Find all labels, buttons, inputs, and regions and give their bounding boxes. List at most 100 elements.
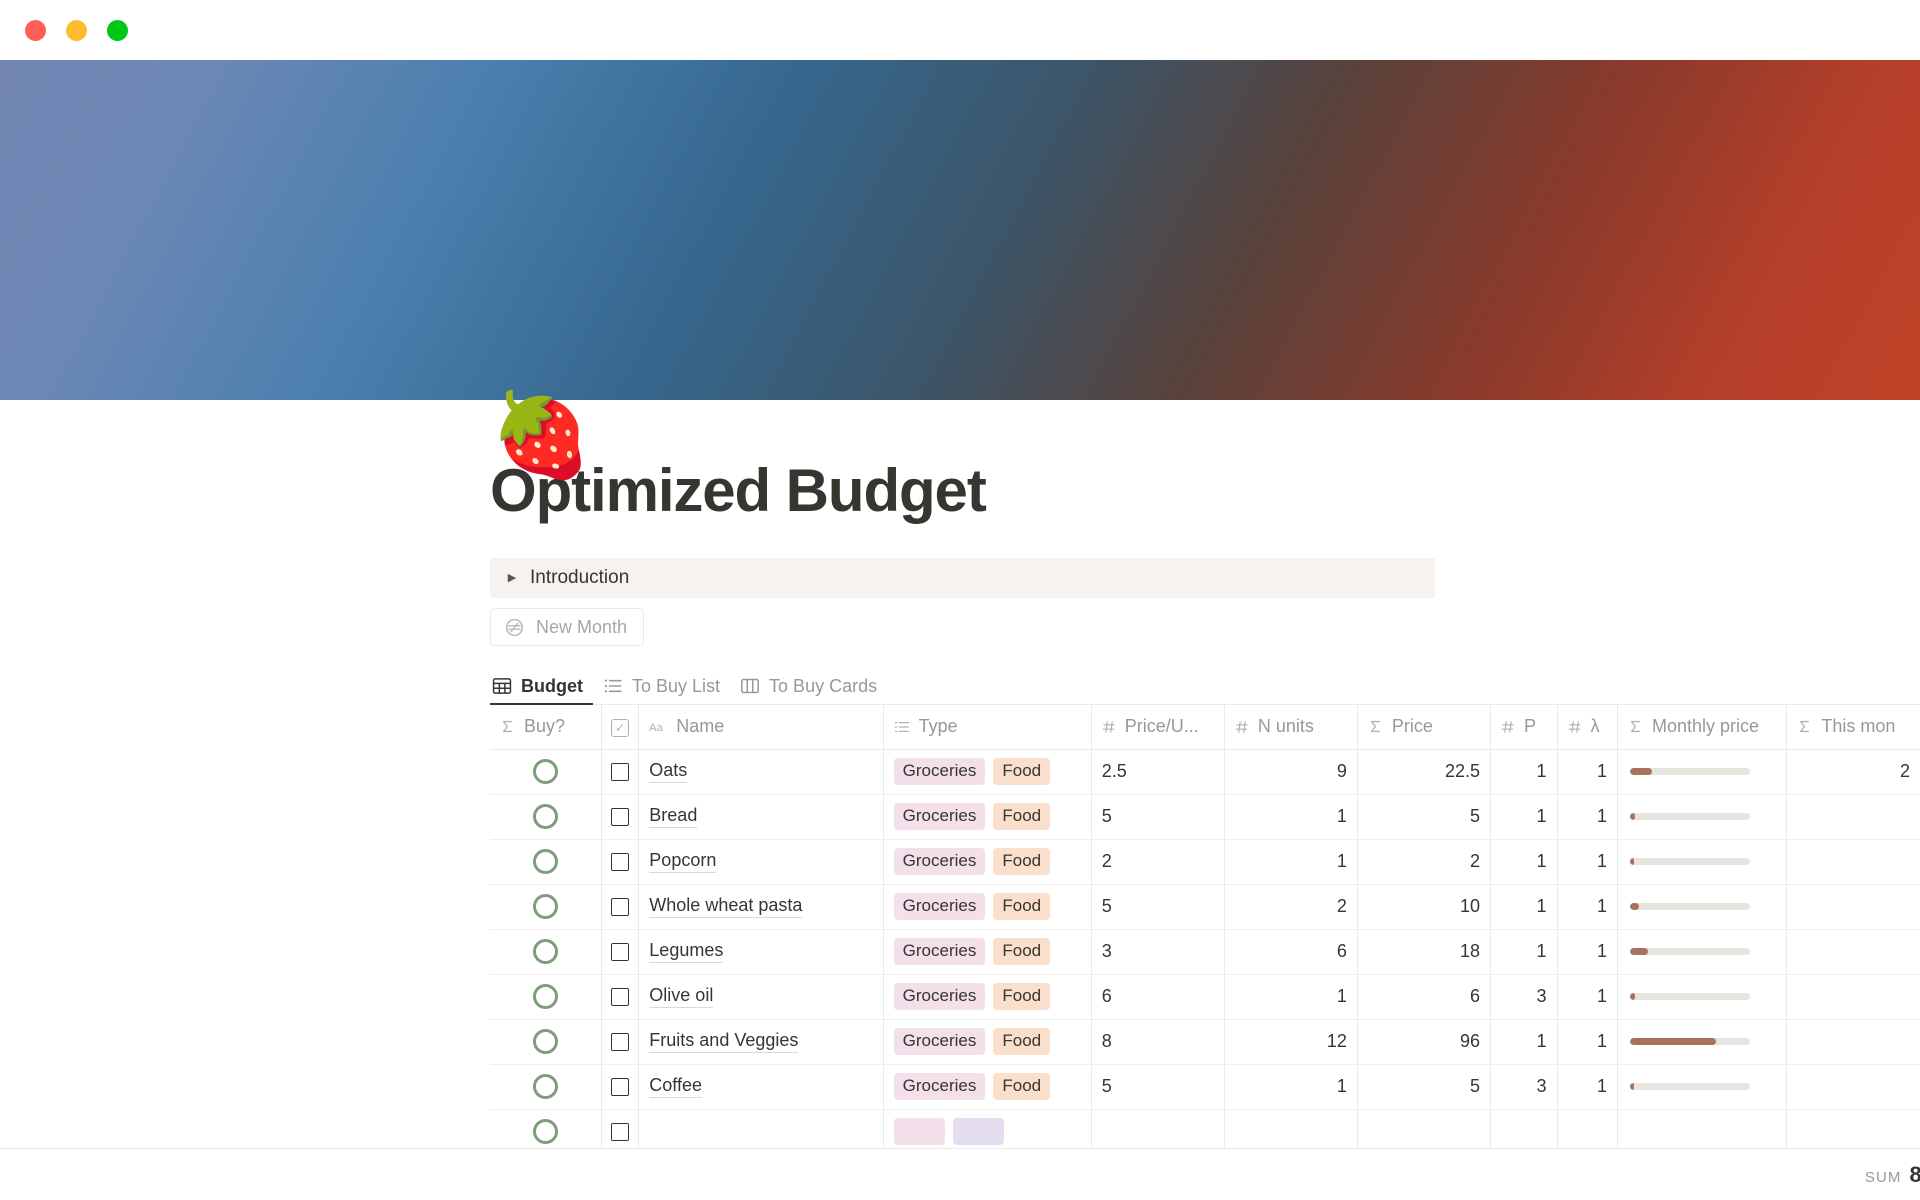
cell-name[interactable]: Bread <box>639 794 883 839</box>
table-row[interactable]: LegumesGroceriesFood361811 <box>490 929 1920 974</box>
row-checkbox[interactable] <box>611 943 629 961</box>
cell-buy[interactable] <box>490 1064 601 1109</box>
cell-p[interactable]: 1 <box>1490 1019 1557 1064</box>
page-icon[interactable]: 🍓 <box>490 390 582 482</box>
cell-n-units[interactable]: 1 <box>1224 794 1357 839</box>
cell-name[interactable]: Fruits and Veggies <box>639 1019 883 1064</box>
row-name-link[interactable]: Olive oil <box>649 985 713 1008</box>
cell-buy[interactable] <box>490 794 601 839</box>
cell-checkbox[interactable] <box>601 839 639 884</box>
cell-checkbox[interactable] <box>601 794 639 839</box>
column-header-monthly-price[interactable]: Monthly price <box>1618 705 1787 749</box>
cell-type[interactable]: GroceriesFood <box>883 749 1091 794</box>
cell-buy[interactable] <box>490 1019 601 1064</box>
cell-price[interactable]: 22.5 <box>1357 749 1490 794</box>
cell-this-month[interactable] <box>1787 1064 1920 1109</box>
cell-n-units[interactable]: 1 <box>1224 1064 1357 1109</box>
cell-p[interactable]: 3 <box>1490 1064 1557 1109</box>
maximize-window-button[interactable] <box>107 20 128 41</box>
cell-price[interactable]: 5 <box>1357 794 1490 839</box>
cell-name[interactable]: Olive oil <box>639 974 883 1019</box>
cell-monthly-price[interactable] <box>1618 1064 1787 1109</box>
cell-price-per-unit[interactable]: 2 <box>1091 839 1224 884</box>
table-row[interactable]: OatsGroceriesFood2.5922.5112 <box>490 749 1920 794</box>
cell-type[interactable]: GroceriesFood <box>883 884 1091 929</box>
cell-monthly-price[interactable] <box>1618 749 1787 794</box>
cell-monthly-price[interactable] <box>1618 884 1787 929</box>
cell-n-units[interactable]: 2 <box>1224 884 1357 929</box>
cell-buy[interactable] <box>490 929 601 974</box>
cell-lambda[interactable]: 1 <box>1557 794 1617 839</box>
close-window-button[interactable] <box>25 20 46 41</box>
cell-lambda[interactable]: 1 <box>1557 884 1617 929</box>
cell-price-per-unit[interactable]: 5 <box>1091 884 1224 929</box>
cell-price-per-unit[interactable]: 2.5 <box>1091 749 1224 794</box>
column-header-lambda[interactable]: λ <box>1557 705 1617 749</box>
column-header-price-per-unit[interactable]: Price/U... <box>1091 705 1224 749</box>
cell-monthly-price[interactable] <box>1618 794 1787 839</box>
cell-monthly-price[interactable] <box>1618 1019 1787 1064</box>
cell-type[interactable]: GroceriesFood <box>883 974 1091 1019</box>
table-row[interactable]: BreadGroceriesFood51511 <box>490 794 1920 839</box>
cell-lambda[interactable]: 1 <box>1557 929 1617 974</box>
column-header-buy[interactable]: Buy? <box>490 705 601 749</box>
sum-aggregation[interactable]: SUM 84 <box>1865 1162 1920 1188</box>
cell-lambda[interactable]: 1 <box>1557 974 1617 1019</box>
cell-checkbox[interactable] <box>601 974 639 1019</box>
cell-name[interactable]: Oats <box>639 749 883 794</box>
cell-p[interactable]: 1 <box>1490 929 1557 974</box>
cell-type[interactable]: GroceriesFood <box>883 794 1091 839</box>
cell-this-month[interactable] <box>1787 839 1920 884</box>
column-header-n-units[interactable]: N units <box>1224 705 1357 749</box>
cell-name[interactable]: Whole wheat pasta <box>639 884 883 929</box>
row-checkbox[interactable] <box>611 853 629 871</box>
row-checkbox[interactable] <box>611 1078 629 1096</box>
cell-lambda[interactable]: 1 <box>1557 1019 1617 1064</box>
cell-buy[interactable] <box>490 974 601 1019</box>
cell-this-month[interactable] <box>1787 1019 1920 1064</box>
cell-p[interactable]: 1 <box>1490 884 1557 929</box>
table-row[interactable]: Fruits and VeggiesGroceriesFood8129611 <box>490 1019 1920 1064</box>
cell-p[interactable]: 3 <box>1490 974 1557 1019</box>
cell-p[interactable]: 1 <box>1490 749 1557 794</box>
row-checkbox[interactable] <box>611 898 629 916</box>
column-header-p[interactable]: P <box>1490 705 1557 749</box>
cell-checkbox[interactable] <box>601 929 639 974</box>
cell-checkbox[interactable] <box>601 749 639 794</box>
introduction-toggle-block[interactable]: ▶ Introduction <box>490 558 1435 598</box>
cell-p[interactable]: 1 <box>1490 794 1557 839</box>
tab-budget[interactable]: Budget <box>490 668 593 704</box>
cell-price-per-unit[interactable]: 5 <box>1091 1064 1224 1109</box>
cell-monthly-price[interactable] <box>1618 974 1787 1019</box>
cell-monthly-price[interactable] <box>1618 929 1787 974</box>
table-row[interactable]: PopcornGroceriesFood21211 <box>490 839 1920 884</box>
cell-n-units[interactable]: 9 <box>1224 749 1357 794</box>
cell-type[interactable]: GroceriesFood <box>883 1019 1091 1064</box>
cell-price[interactable]: 96 <box>1357 1019 1490 1064</box>
cell-this-month[interactable] <box>1787 929 1920 974</box>
cell-name[interactable]: Popcorn <box>639 839 883 884</box>
row-name-link[interactable]: Fruits and Veggies <box>649 1030 798 1053</box>
cell-this-month[interactable] <box>1787 884 1920 929</box>
column-header-price[interactable]: Price <box>1357 705 1490 749</box>
table-row[interactable]: Whole wheat pastaGroceriesFood521011 <box>490 884 1920 929</box>
column-header-name[interactable]: Aa Name <box>639 705 883 749</box>
column-header-type[interactable]: Type <box>883 705 1091 749</box>
table-row[interactable]: CoffeeGroceriesFood51531 <box>490 1064 1920 1109</box>
row-checkbox[interactable] <box>611 763 629 781</box>
cell-checkbox[interactable] <box>601 1064 639 1109</box>
new-month-button[interactable]: New Month <box>490 608 644 646</box>
cell-n-units[interactable]: 6 <box>1224 929 1357 974</box>
row-name-link[interactable]: Popcorn <box>649 850 716 873</box>
row-name-link[interactable]: Whole wheat pasta <box>649 895 802 918</box>
cell-lambda[interactable]: 1 <box>1557 1064 1617 1109</box>
cell-price[interactable]: 2 <box>1357 839 1490 884</box>
cell-lambda[interactable]: 1 <box>1557 749 1617 794</box>
table-row[interactable]: Olive oilGroceriesFood61631 <box>490 974 1920 1019</box>
column-header-checkbox[interactable]: ✓ <box>601 705 639 749</box>
page-cover-image[interactable] <box>0 60 1920 400</box>
cell-price-per-unit[interactable]: 8 <box>1091 1019 1224 1064</box>
cell-monthly-price[interactable] <box>1618 839 1787 884</box>
tab-to-buy-cards[interactable]: To Buy Cards <box>730 668 887 704</box>
cell-buy[interactable] <box>490 884 601 929</box>
